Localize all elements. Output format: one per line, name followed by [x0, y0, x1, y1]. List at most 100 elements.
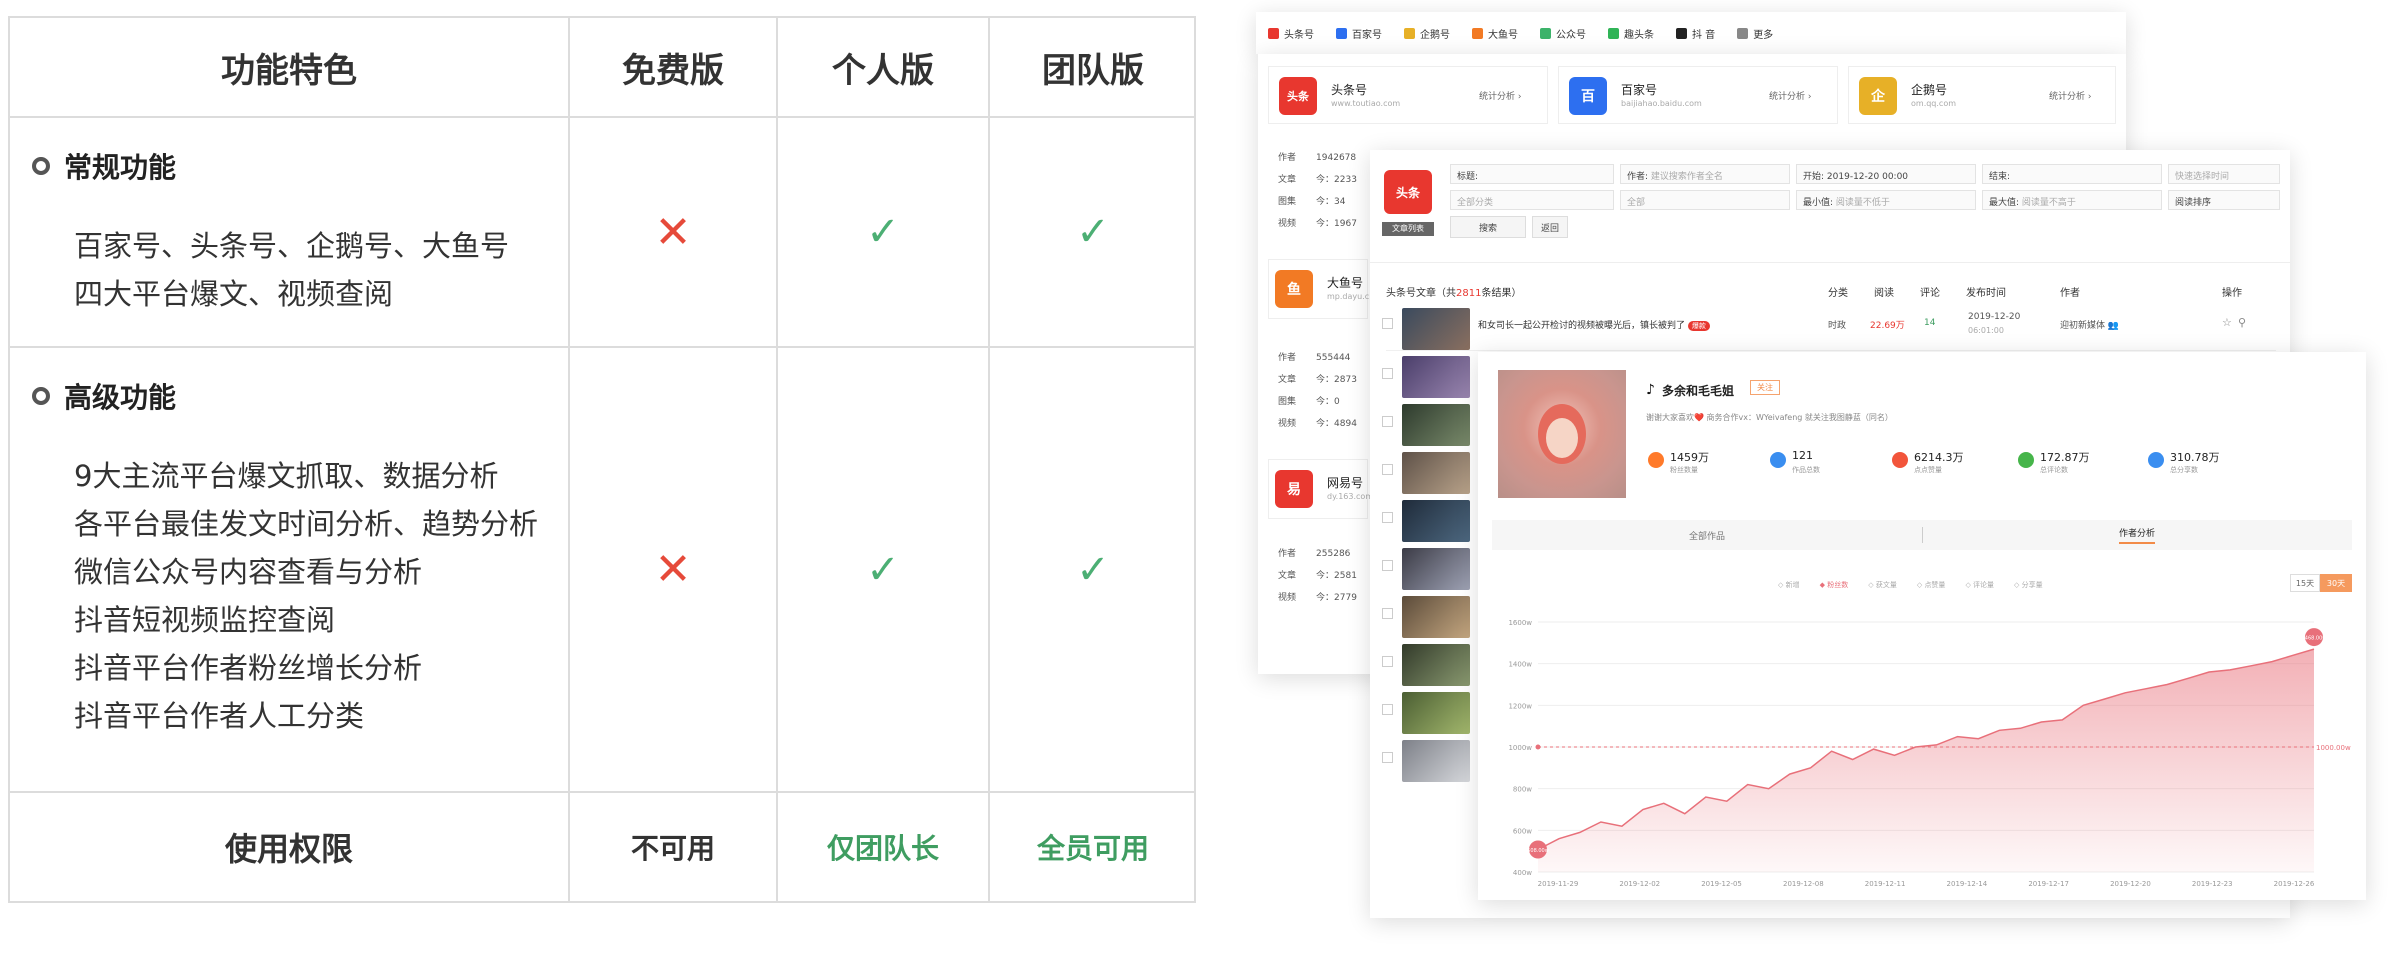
check-icon: ✓: [1076, 546, 1110, 593]
article-thumbnail[interactable]: [1402, 692, 1470, 734]
stat-analysis-link[interactable]: 统计分析 ›: [1479, 89, 1521, 102]
tab-toutiao[interactable]: 头条号: [1268, 26, 1314, 41]
area-fill: [1538, 649, 2314, 872]
article-title[interactable]: 和女司长一起公开检讨的视频被曝光后，镇长被判了 爆款: [1478, 318, 1710, 331]
row-checkbox[interactable]: [1382, 416, 1393, 427]
col-date: 发布时间: [1966, 288, 2006, 299]
range-15-button[interactable]: 15天: [2290, 574, 2320, 592]
tab-all-works[interactable]: 全部作品: [1492, 520, 1922, 550]
x-tick-label: 2019-12-02: [1619, 880, 1660, 888]
header-cell-personal: 个人版: [778, 18, 990, 116]
advanced-personal-cell: ✓: [778, 348, 990, 791]
platform-card-toutiao[interactable]: 头条 头条号 www.toutiao.com 统计分析 ›: [1268, 66, 1548, 124]
header-cell-team: 团队版: [990, 18, 1196, 116]
permission-free: 不可用: [630, 832, 715, 865]
permission-team-cell: 全员可用: [990, 793, 1196, 901]
end-date-input[interactable]: 结束:: [1982, 164, 2162, 184]
legend-item[interactable]: ◇ 新增: [1778, 580, 1800, 590]
stat-label: 点点赞量: [1914, 466, 1942, 474]
author-input[interactable]: 作者: 建议搜索作者全名: [1620, 164, 1790, 184]
category-select[interactable]: 全部分类: [1450, 190, 1614, 210]
row-checkbox[interactable]: [1382, 368, 1393, 379]
row-checkbox[interactable]: [1382, 752, 1393, 763]
tab-baijiahao[interactable]: 百家号: [1336, 26, 1382, 41]
y-tick-label: 800w: [1513, 786, 1532, 794]
x-tick-label: 2019-12-11: [1865, 880, 1906, 888]
all-select[interactable]: 全部: [1620, 190, 1790, 210]
article-thumbnail[interactable]: [1402, 500, 1470, 542]
row-checkbox[interactable]: [1382, 512, 1393, 523]
tab-douyin[interactable]: 抖 音: [1676, 26, 1715, 41]
row-checkbox[interactable]: [1382, 318, 1393, 329]
back-button[interactable]: 返回: [1532, 216, 1568, 238]
check-icon: ✓: [1076, 209, 1110, 255]
author-avatar[interactable]: [1498, 370, 1626, 498]
feature-item: 抖音平台作者粉丝增长分析: [74, 651, 423, 685]
tab-label: 企鹅号: [1420, 29, 1450, 41]
article-thumbnail[interactable]: [1402, 740, 1470, 782]
star-icon[interactable]: ☆: [2222, 316, 2232, 329]
range-30-button[interactable]: 30天: [2320, 574, 2352, 592]
platform-tab-bar: 头条号 百家号 企鹅号 大鱼号 公众号 趣头条 抖 音 更多: [1256, 12, 2126, 54]
tab-label: 更多: [1753, 29, 1774, 41]
col-category: 分类: [1828, 288, 1848, 299]
author-name: 多余和毛毛姐: [1662, 384, 1735, 398]
tab-qiehao[interactable]: 企鹅号: [1404, 26, 1450, 41]
x-tick-label: 2019-12-14: [1947, 880, 1988, 888]
article-thumbnail[interactable]: [1402, 644, 1470, 686]
col-comments: 评论: [1920, 288, 1940, 299]
row-checkbox[interactable]: [1382, 608, 1393, 619]
row-checkbox[interactable]: [1382, 464, 1393, 475]
y-tick-label: 1000w: [1508, 744, 1532, 752]
legend-item[interactable]: ◇ 评论量: [1965, 580, 1994, 590]
article-thumbnail[interactable]: [1402, 548, 1470, 590]
row-checkbox[interactable]: [1382, 656, 1393, 667]
stat-analysis-link[interactable]: 统计分析 ›: [1769, 89, 1811, 102]
row-checkbox[interactable]: [1382, 704, 1393, 715]
platform-url: om.qq.com: [1911, 99, 1957, 108]
legend-item[interactable]: ◇ 点赞量: [1917, 580, 1946, 590]
tab-more[interactable]: 更多: [1737, 26, 1773, 41]
tab-author-analysis[interactable]: 作者分析: [1922, 520, 2352, 550]
qutoutiao-icon: [1608, 27, 1619, 39]
tab-wechat[interactable]: 公众号: [1540, 26, 1586, 41]
tab-label: 公众号: [1556, 29, 1586, 41]
platform-card-qiehao[interactable]: 企 企鹅号 om.qq.com 统计分析 ›: [1848, 66, 2116, 124]
article-thumbnail[interactable]: [1402, 356, 1470, 398]
legend-item[interactable]: ◇ 分享量: [2014, 580, 2043, 590]
permission-label: 使用权限: [224, 830, 353, 868]
legend-item[interactable]: ◇ 获文量: [1868, 580, 1897, 590]
basic-personal-cell: ✓: [778, 118, 990, 346]
header-cell-feature: 功能特色: [10, 18, 570, 116]
platform-name: 企鹅号: [1911, 83, 1948, 97]
max-read-input[interactable]: 最大值: 阅读量不高于: [1982, 190, 2162, 210]
min-read-input[interactable]: 最小值: 阅读量不低于: [1796, 190, 1976, 210]
tab-dayuhao[interactable]: 大鱼号: [1472, 26, 1518, 41]
article-thumbnail[interactable]: [1402, 452, 1470, 494]
article-thumbnail[interactable]: [1402, 596, 1470, 638]
legend-item[interactable]: ◆ 粉丝数: [1820, 580, 1849, 590]
title-input[interactable]: 标题:: [1450, 164, 1614, 184]
pin-icon[interactable]: ⚲: [2238, 316, 2246, 329]
sort-select[interactable]: 阅读排序: [2168, 190, 2280, 210]
platform-card-wangyihao[interactable]: 易 网易号 dy.163.com: [1268, 459, 1373, 519]
quick-time-select[interactable]: 快速选择时间: [2168, 164, 2280, 184]
start-date-input[interactable]: 开始: 2019-12-20 00:00: [1796, 164, 1976, 184]
basic-team-cell: ✓: [990, 118, 1196, 346]
content-tabs: 全部作品 作者分析: [1492, 520, 2352, 550]
platform-url: dy.163.com: [1327, 492, 1374, 501]
stat-analysis-link[interactable]: 统计分析 ›: [2049, 89, 2091, 102]
article-author[interactable]: 迎初新媒体 👥: [2060, 318, 2119, 331]
article-thumbnail[interactable]: [1402, 404, 1470, 446]
article-thumbnail[interactable]: [1402, 308, 1470, 350]
tab-qutoutiao[interactable]: 趣头条: [1608, 26, 1654, 41]
stat-row: 文章 今：2581: [1278, 571, 1357, 581]
platform-card-dayuhao[interactable]: 鱼 大鱼号 mp.dayu.c: [1268, 259, 1369, 319]
follow-button[interactable]: 关注: [1750, 380, 1780, 395]
x-tick-label: 2019-12-08: [1783, 880, 1824, 888]
permission-personal-cell: 仅团队长: [778, 793, 990, 901]
platform-card-baijiahao[interactable]: 百 百家号 baijiahao.baidu.com 统计分析 ›: [1558, 66, 1838, 124]
search-button[interactable]: 搜索: [1450, 216, 1526, 238]
check-icon: ✓: [866, 546, 900, 593]
row-checkbox[interactable]: [1382, 560, 1393, 571]
